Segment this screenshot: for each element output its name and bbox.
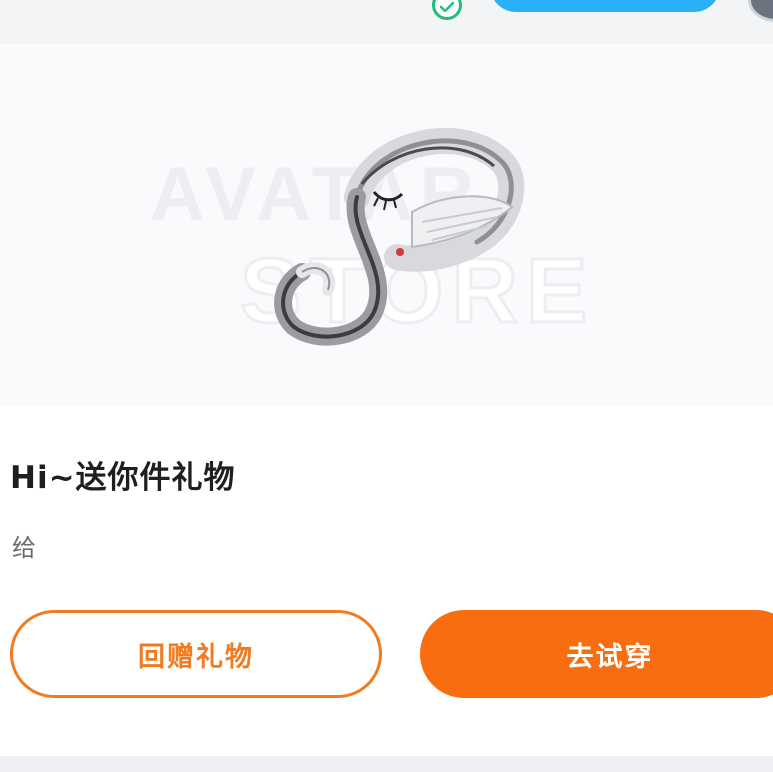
return-gift-button[interactable]: 回赠礼物 — [10, 610, 382, 698]
gift-title: Hi~送你件礼物 — [10, 460, 236, 496]
bottom-strip — [0, 756, 773, 772]
gift-card: AVATAR STORE Hi~送你件礼物 给 回赠礼物 去试穿 — [0, 44, 773, 756]
return-gift-label: 回赠礼物 — [138, 641, 254, 673]
hairpiece-artwork — [274, 128, 525, 346]
check-circle-icon — [432, 0, 462, 20]
follow-button[interactable] — [490, 0, 720, 12]
gift-from-label: 给 — [12, 534, 36, 562]
avatar[interactable] — [748, 0, 773, 22]
item-preview: AVATAR STORE — [0, 44, 773, 406]
header-strip — [0, 0, 773, 44]
try-on-button[interactable]: 去试穿 — [420, 610, 773, 698]
try-on-label: 去试穿 — [566, 641, 654, 673]
